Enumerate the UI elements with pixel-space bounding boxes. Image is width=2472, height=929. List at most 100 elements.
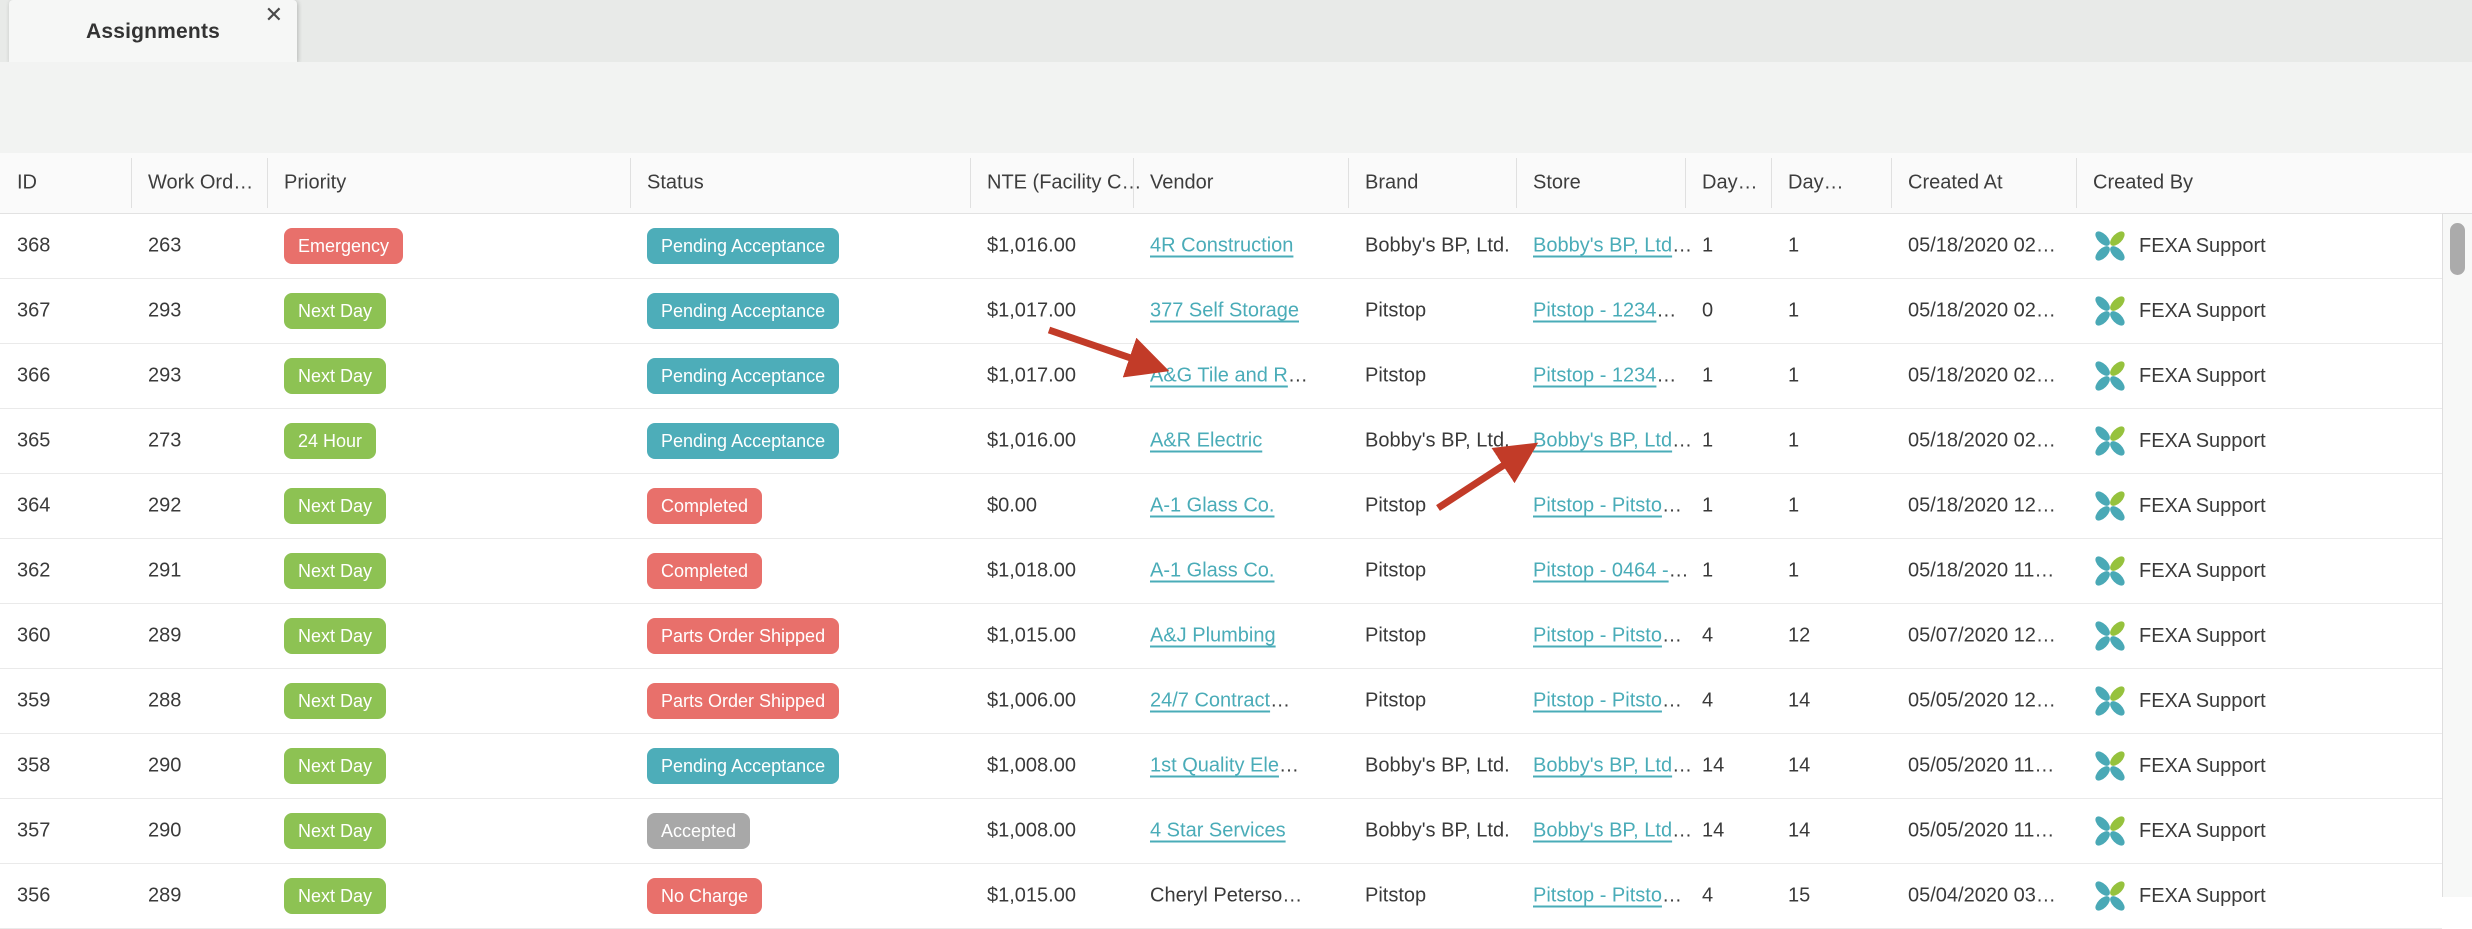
store-link[interactable]: Pitstop - 1234 <box>1533 365 1656 387</box>
cell-status: Completed <box>647 488 762 524</box>
created-by-name: FEXA Support <box>2139 560 2266 583</box>
store-link[interactable]: Pitstop - Pitsto <box>1533 495 1662 517</box>
store-link[interactable]: Bobby's BP, Ltd <box>1533 235 1672 257</box>
cell-store: Pitstop - Pitsto… <box>1533 495 1682 518</box>
cell-created_at: 05/05/2020 12… <box>1908 690 2056 713</box>
cell-brand: Pitstop <box>1365 365 1426 388</box>
vendor-link[interactable]: A&J Plumbing <box>1150 625 1276 647</box>
cell-nte: $1,015.00 <box>987 885 1076 908</box>
vendor-link[interactable]: A-1 Glass Co. <box>1150 560 1274 582</box>
vendor-link[interactable]: 4R Construction <box>1150 235 1293 257</box>
cell-vendor: Cheryl Peterso… <box>1150 885 1302 908</box>
cell-days_2: 1 <box>1788 235 1799 258</box>
cell-work_order: 290 <box>148 820 181 843</box>
table-row[interactable]: 359288$1,006.00Pitstop41405/05/2020 12…N… <box>0 669 2442 734</box>
cell-nte: $1,016.00 <box>987 235 1076 258</box>
vendor-link[interactable]: A&G Tile and R <box>1150 365 1288 387</box>
column-header-created_at[interactable]: Created At <box>1908 172 2003 195</box>
column-header-nte[interactable]: NTE (Facility C… <box>987 172 1141 195</box>
cell-days_1: 1 <box>1702 365 1713 388</box>
table-row[interactable]: 356289$1,015.00Pitstop41505/04/2020 03…N… <box>0 864 2442 929</box>
table-row[interactable]: 362291$1,018.00Pitstop1105/18/2020 11…Ne… <box>0 539 2442 604</box>
cell-priority: Next Day <box>284 683 386 719</box>
status-badge: Pending Acceptance <box>647 358 839 394</box>
column-header-id[interactable]: ID <box>17 172 37 195</box>
column-header-brand[interactable]: Brand <box>1365 172 1418 195</box>
column-header-vendor[interactable]: Vendor <box>1150 172 1213 195</box>
column-header-work_order[interactable]: Work Ord… <box>148 172 253 195</box>
cell-store: Bobby's BP, Ltd… <box>1533 430 1692 453</box>
cell-created_at: 05/04/2020 03… <box>1908 885 2056 908</box>
table-row[interactable]: 365273$1,016.00Bobby's BP, Ltd.1105/18/2… <box>0 409 2442 474</box>
fexa-flower-icon <box>2093 294 2127 328</box>
cell-priority: Next Day <box>284 878 386 914</box>
tab-assignments[interactable]: Assignments ✕ <box>9 0 297 62</box>
cell-store: Pitstop - Pitsto… <box>1533 690 1682 713</box>
vertical-scrollbar[interactable] <box>2442 213 2472 897</box>
cell-days_2: 1 <box>1788 495 1799 518</box>
column-header-days_1[interactable]: Day… <box>1702 172 1758 195</box>
table-row[interactable]: 366293$1,017.00Pitstop1105/18/2020 02…Ne… <box>0 344 2442 409</box>
cell-status: Pending Acceptance <box>647 228 839 264</box>
cell-status: Pending Acceptance <box>647 423 839 459</box>
store-link[interactable]: Pitstop - Pitsto <box>1533 690 1662 712</box>
priority-badge: Next Day <box>284 813 386 849</box>
table-row[interactable]: 358290$1,008.00Bobby's BP, Ltd.141405/05… <box>0 734 2442 799</box>
priority-badge: Next Day <box>284 683 386 719</box>
cell-store: Bobby's BP, Ltd… <box>1533 235 1692 258</box>
truncation-ellipsis: … <box>1672 430 1692 452</box>
store-link[interactable]: Bobby's BP, Ltd <box>1533 820 1672 842</box>
column-header-days_2[interactable]: Day… <box>1788 172 1844 195</box>
cell-nte: $1,018.00 <box>987 560 1076 583</box>
fexa-flower-icon <box>2093 814 2127 848</box>
vendor-link[interactable]: A&R Electric <box>1150 430 1262 452</box>
status-badge: Accepted <box>647 813 750 849</box>
vendor-link[interactable]: 377 Self Storage <box>1150 300 1299 322</box>
fexa-flower-icon <box>2093 619 2127 653</box>
store-link[interactable]: Pitstop - 0464 - <box>1533 560 1669 582</box>
column-header-store[interactable]: Store <box>1533 172 1581 195</box>
table-row[interactable]: 368263$1,016.00Bobby's BP, Ltd.1105/18/2… <box>0 214 2442 279</box>
cell-work_order: 263 <box>148 235 181 258</box>
cell-vendor: 24/7 Contract… <box>1150 690 1290 713</box>
store-link[interactable]: Pitstop - Pitsto <box>1533 625 1662 647</box>
close-icon[interactable]: ✕ <box>265 2 283 28</box>
created-by-name: FEXA Support <box>2139 690 2266 713</box>
priority-badge: 24 Hour <box>284 423 376 459</box>
priority-badge: Next Day <box>284 878 386 914</box>
vendor-link[interactable]: 4 Star Services <box>1150 820 1286 842</box>
cell-id: 362 <box>17 560 50 583</box>
cell-days_2: 14 <box>1788 820 1810 843</box>
cell-id: 365 <box>17 430 50 453</box>
cell-work_order: 292 <box>148 495 181 518</box>
cell-vendor: A-1 Glass Co. <box>1150 495 1274 518</box>
store-link[interactable]: Bobby's BP, Ltd <box>1533 430 1672 452</box>
store-link[interactable]: Bobby's BP, Ltd <box>1533 755 1672 777</box>
truncation-ellipsis: … <box>1288 365 1308 387</box>
column-header-priority[interactable]: Priority <box>284 172 346 195</box>
column-header-created_by[interactable]: Created By <box>2093 172 2193 195</box>
vendor-link[interactable]: 24/7 Contract <box>1150 690 1270 712</box>
cell-days_1: 4 <box>1702 625 1713 648</box>
cell-store: Bobby's BP, Ltd… <box>1533 820 1692 843</box>
cell-status: Parts Order Shipped <box>647 618 839 654</box>
store-link[interactable]: Pitstop - 1234 <box>1533 300 1656 322</box>
table-row[interactable]: 367293$1,017.00Pitstop0105/18/2020 02…Ne… <box>0 279 2442 344</box>
vendor-link[interactable]: 1st Quality Ele <box>1150 755 1279 777</box>
cell-status: Completed <box>647 553 762 589</box>
cell-work_order: 293 <box>148 300 181 323</box>
cell-days_1: 1 <box>1702 495 1713 518</box>
truncation-ellipsis: … <box>1656 365 1676 387</box>
scrollbar-thumb[interactable] <box>2450 223 2465 275</box>
cell-days_1: 4 <box>1702 690 1713 713</box>
status-badge: No Charge <box>647 878 762 914</box>
table-row[interactable]: 357290$1,008.00Bobby's BP, Ltd.141405/05… <box>0 799 2442 864</box>
column-header-status[interactable]: Status <box>647 172 704 195</box>
table-row[interactable]: 360289$1,015.00Pitstop41205/07/2020 12…N… <box>0 604 2442 669</box>
cell-brand: Pitstop <box>1365 560 1426 583</box>
table-row[interactable]: 364292$0.00Pitstop1105/18/2020 12…Next D… <box>0 474 2442 539</box>
vendor-link[interactable]: A-1 Glass Co. <box>1150 495 1274 517</box>
cell-priority: Next Day <box>284 748 386 784</box>
fexa-flower-icon <box>2093 879 2127 913</box>
fexa-flower-icon <box>2093 684 2127 718</box>
